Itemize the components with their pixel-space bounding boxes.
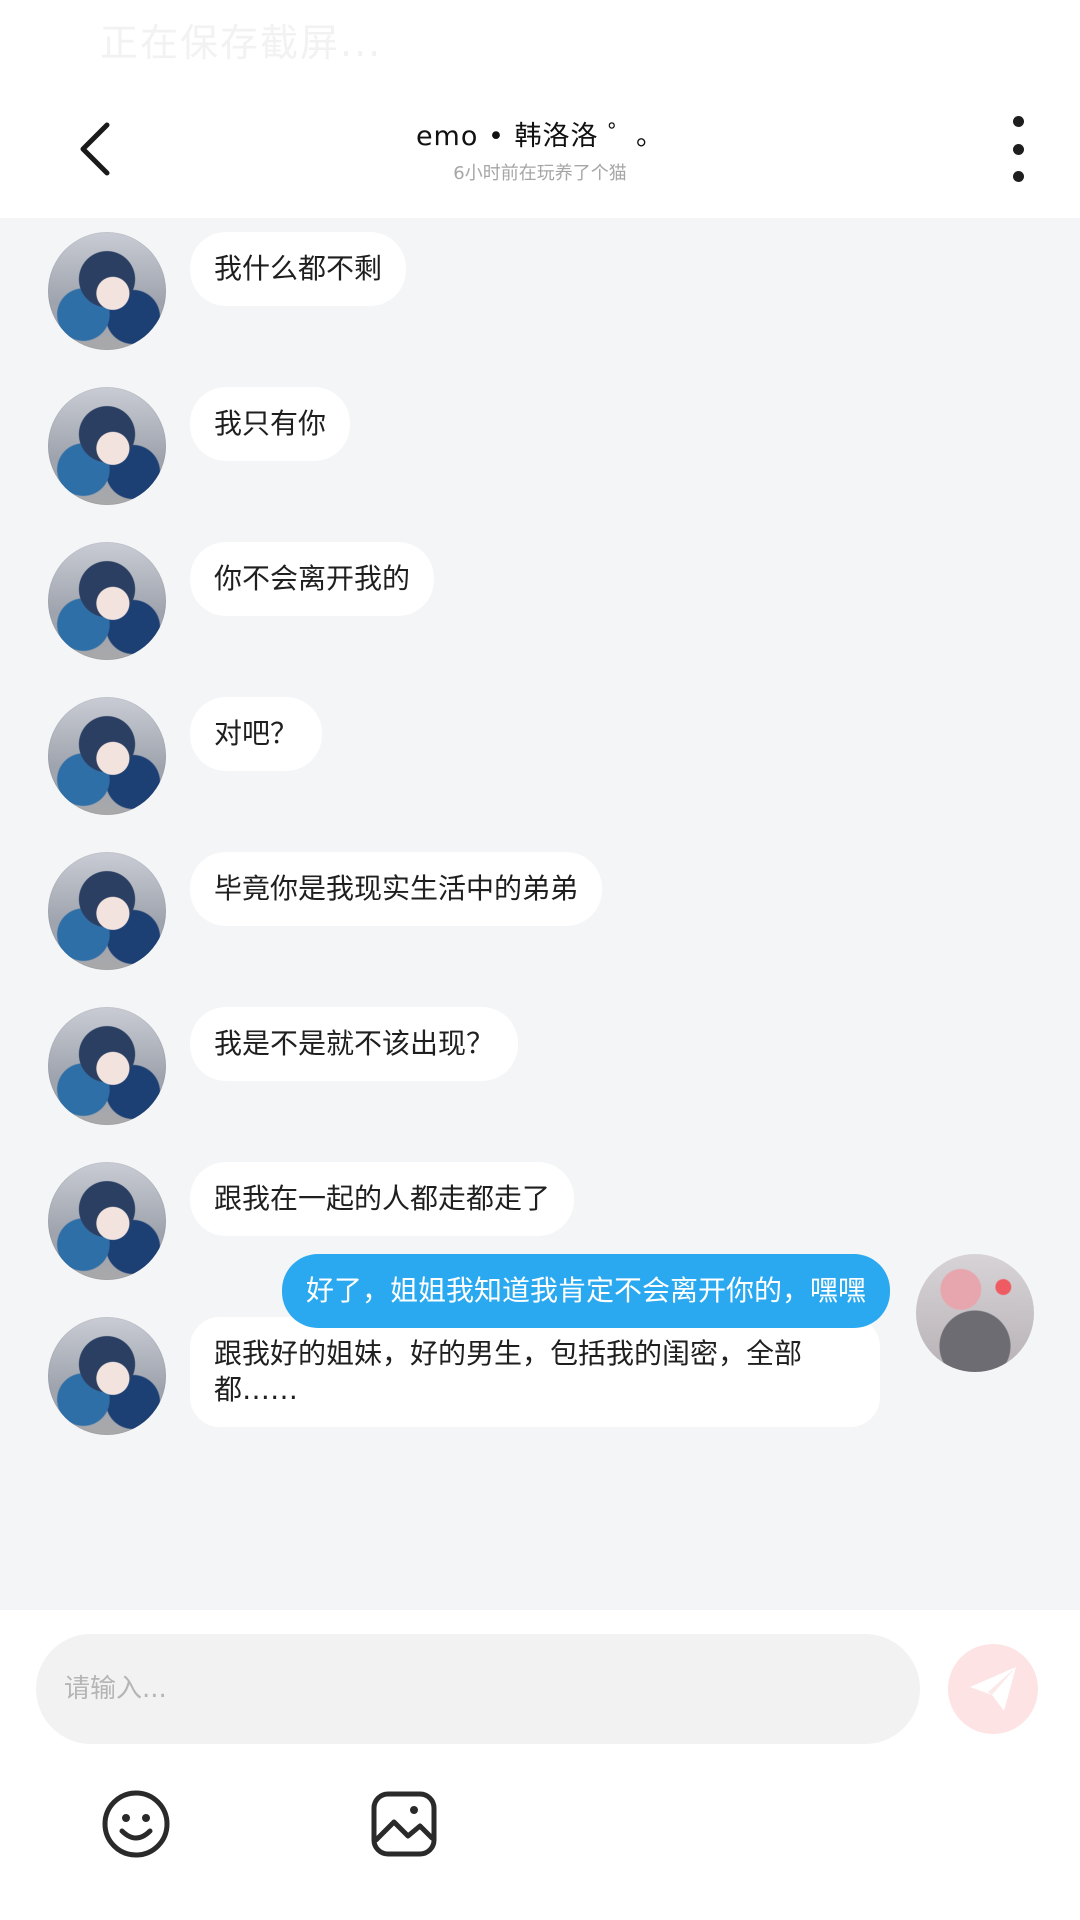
message-bubble[interactable]: 你不会离开我的 <box>190 542 435 616</box>
contact-avatar[interactable] <box>48 1317 166 1435</box>
more-dot-icon <box>1012 116 1024 127</box>
contact-avatar[interactable] <box>48 1162 166 1280</box>
message-row: 我只有你 <box>48 387 351 505</box>
message-row: 我什么都不剩 <box>48 232 407 350</box>
image-icon <box>371 1791 437 1857</box>
message-input[interactable] <box>36 1673 920 1705</box>
contact-avatar[interactable] <box>48 232 166 350</box>
more-options-button[interactable] <box>998 116 1038 182</box>
contact-info[interactable]: emo • 韩洛洛 ゜。 6小时前在玩养了个猫 <box>0 114 1080 185</box>
contact-avatar[interactable] <box>48 697 166 815</box>
message-bubble[interactable]: 对吧？ <box>190 697 323 771</box>
message-input-container[interactable] <box>36 1634 920 1744</box>
screenshot-saving-toast: 正在保存截屏... <box>100 21 383 65</box>
message-bubble[interactable]: 我是不是就不该出现？ <box>190 1007 519 1081</box>
contact-name: emo • 韩洛洛 ゜。 <box>415 121 665 152</box>
message-bubble[interactable]: 我只有你 <box>190 387 351 461</box>
message-row: 对吧？ <box>48 697 323 815</box>
contact-activity-status: 6小时前在玩养了个猫 <box>453 163 627 184</box>
more-dot-icon <box>1012 143 1024 155</box>
my-avatar[interactable] <box>916 1254 1034 1372</box>
contact-avatar[interactable] <box>48 1007 166 1125</box>
message-row: 我是不是就不该出现？ <box>48 1007 519 1125</box>
emoji-icon <box>102 1790 170 1858</box>
chat-header: emo • 韩洛洛 ゜。 6小时前在玩养了个猫 <box>0 84 1080 218</box>
message-bubble[interactable]: 毕竟你是我现实生活中的弟弟 <box>190 852 603 926</box>
more-dot-icon <box>1012 171 1024 182</box>
message-row: 你不会离开我的 <box>48 542 435 660</box>
message-composer <box>0 1610 1080 1920</box>
contact-avatar[interactable] <box>48 542 166 660</box>
my-message-bubble[interactable]: 好了，姐姐我知道我肯定不会离开你的，嘿嘿 <box>281 1254 890 1328</box>
contact-avatar[interactable] <box>48 852 166 970</box>
send-icon <box>970 1667 1016 1711</box>
my-message-row: 好了，姐姐我知道我肯定不会离开你的，嘿嘿 <box>281 1254 1034 1372</box>
message-bubble[interactable]: 我什么都不剩 <box>190 232 407 306</box>
send-button[interactable] <box>948 1644 1038 1734</box>
image-button[interactable] <box>368 1788 440 1860</box>
message-list[interactable]: 我什么都不剩 我只有你 你不会离开我的 对吧？ 毕竟你是我现实生活中的弟弟 我是… <box>0 218 1080 1610</box>
message-row: 毕竟你是我现实生活中的弟弟 <box>48 852 603 970</box>
message-bubble[interactable]: 跟我在一起的人都走都走了 <box>190 1162 575 1236</box>
contact-avatar[interactable] <box>48 387 166 505</box>
emoji-button[interactable] <box>100 1788 172 1860</box>
